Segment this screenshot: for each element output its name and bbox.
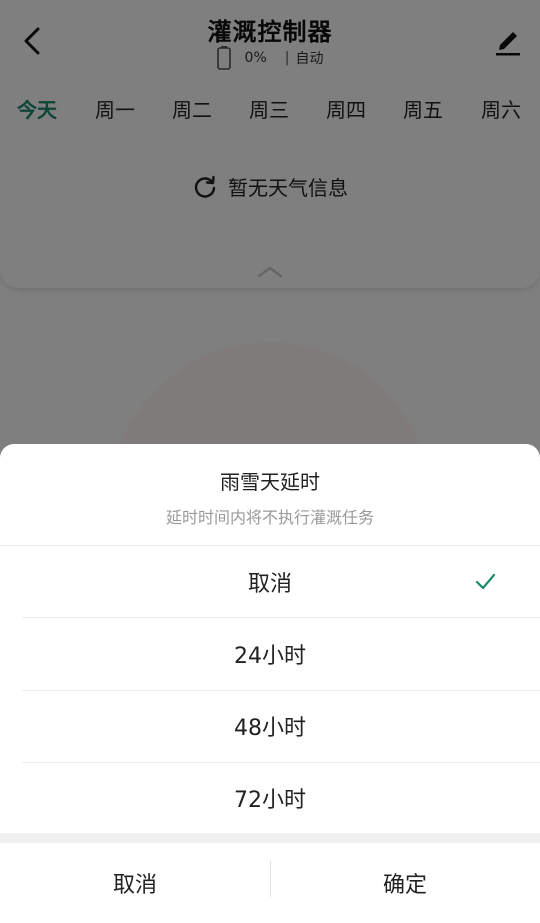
option-48h[interactable]: 48小时 (0, 690, 540, 762)
sheet-gap (0, 833, 540, 843)
option-cancel-delay[interactable]: 取消 (0, 546, 540, 618)
cancel-button[interactable]: 取消 (0, 843, 270, 923)
confirm-button[interactable]: 确定 (270, 843, 540, 923)
option-label: 72小时 (234, 788, 306, 813)
option-label: 24小时 (234, 644, 306, 669)
option-24h[interactable]: 24小时 (0, 618, 540, 690)
check-icon (475, 573, 496, 590)
sheet-footer: 取消 确定 (0, 843, 540, 923)
sheet-header: 雨雪天延时 延时时间内将不执行灌溉任务 (0, 444, 540, 546)
option-label: 取消 (247, 572, 292, 597)
delay-bottom-sheet: 雨雪天延时 延时时间内将不执行灌溉任务 取消 24小时 48小时 72小时 取消… (0, 444, 540, 923)
sheet-title: 雨雪天延时 (220, 470, 320, 494)
sheet-subtitle: 延时时间内将不执行灌溉任务 (165, 508, 374, 527)
option-72h[interactable]: 72小时 (0, 762, 540, 834)
option-label: 48小时 (234, 716, 306, 741)
